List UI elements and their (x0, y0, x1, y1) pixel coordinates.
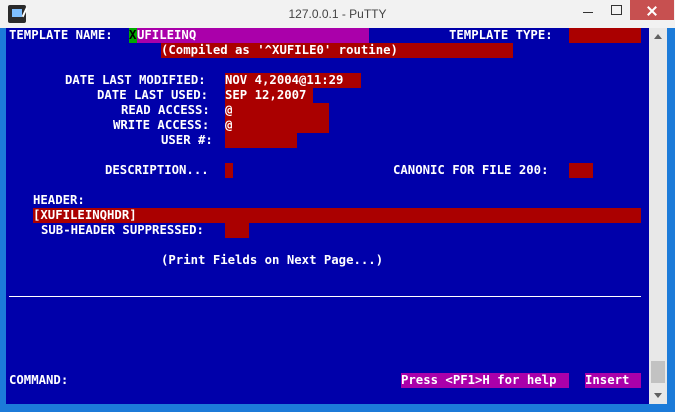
date-last-used-label: DATE LAST USED: (97, 88, 209, 102)
template-type-field[interactable] (569, 28, 641, 43)
maximize-icon[interactable] (603, 0, 629, 20)
subheader-suppressed-label: SUB-HEADER SUPPRESSED: (41, 223, 204, 237)
header-label: HEADER: (33, 193, 85, 207)
canonic-field[interactable] (569, 163, 593, 178)
write-access-value: @ (225, 118, 233, 132)
user-number-field[interactable] (225, 133, 297, 148)
write-access-label: WRITE ACCESS: (113, 118, 210, 132)
window-frame-right (667, 28, 675, 412)
window-frame-bottom (0, 404, 675, 412)
header-value: [XUFILEINQHDR] (33, 208, 137, 222)
read-access-value: @ (225, 103, 233, 117)
read-access-field[interactable] (225, 103, 329, 118)
help-hint: Press <PF1>H for help (401, 373, 557, 387)
divider-line (9, 296, 641, 297)
scrollbar-thumb[interactable] (651, 361, 665, 383)
description-field[interactable] (225, 163, 233, 178)
user-number-label: USER #: (161, 133, 213, 147)
terminal-screen[interactable]: TEMPLATE NAME: X UFILEINQ TEMPLATE TYPE:… (6, 28, 649, 404)
template-type-label: TEMPLATE TYPE: (449, 28, 553, 42)
date-last-modified-label: DATE LAST MODIFIED: (65, 73, 206, 87)
command-label: COMMAND: (9, 373, 69, 387)
date-last-used-value: SEP 12,2007 (225, 88, 307, 102)
description-label: DESCRIPTION... (105, 163, 209, 177)
canonic-label: CANONIC FOR FILE 200: (393, 163, 549, 177)
insert-mode-indicator: Insert (585, 373, 630, 387)
write-access-field[interactable] (225, 118, 329, 133)
putty-window: 127.0.0.1 - PuTTY TEMPLATE NAME: X UFILE… (0, 0, 675, 412)
scroll-down-icon[interactable] (649, 386, 667, 404)
scroll-up-icon[interactable] (649, 28, 667, 46)
vertical-scrollbar[interactable] (649, 28, 667, 404)
template-name-value: UFILEINQ (137, 28, 197, 42)
title-bar[interactable]: 127.0.0.1 - PuTTY (0, 0, 675, 29)
template-name-label: TEMPLATE NAME: (9, 28, 113, 42)
close-icon[interactable] (630, 0, 674, 20)
subheader-suppressed-field[interactable] (225, 223, 249, 238)
print-fields-note: (Print Fields on Next Page...) (161, 253, 384, 267)
compiled-note: (Compiled as '^XUFILE0' routine) (161, 43, 398, 57)
text-cursor: X (129, 28, 137, 43)
date-last-modified-value: NOV 4,2004@11:29 (225, 73, 344, 87)
minimize-icon[interactable] (574, 0, 602, 20)
read-access-label: READ ACCESS: (121, 103, 210, 117)
